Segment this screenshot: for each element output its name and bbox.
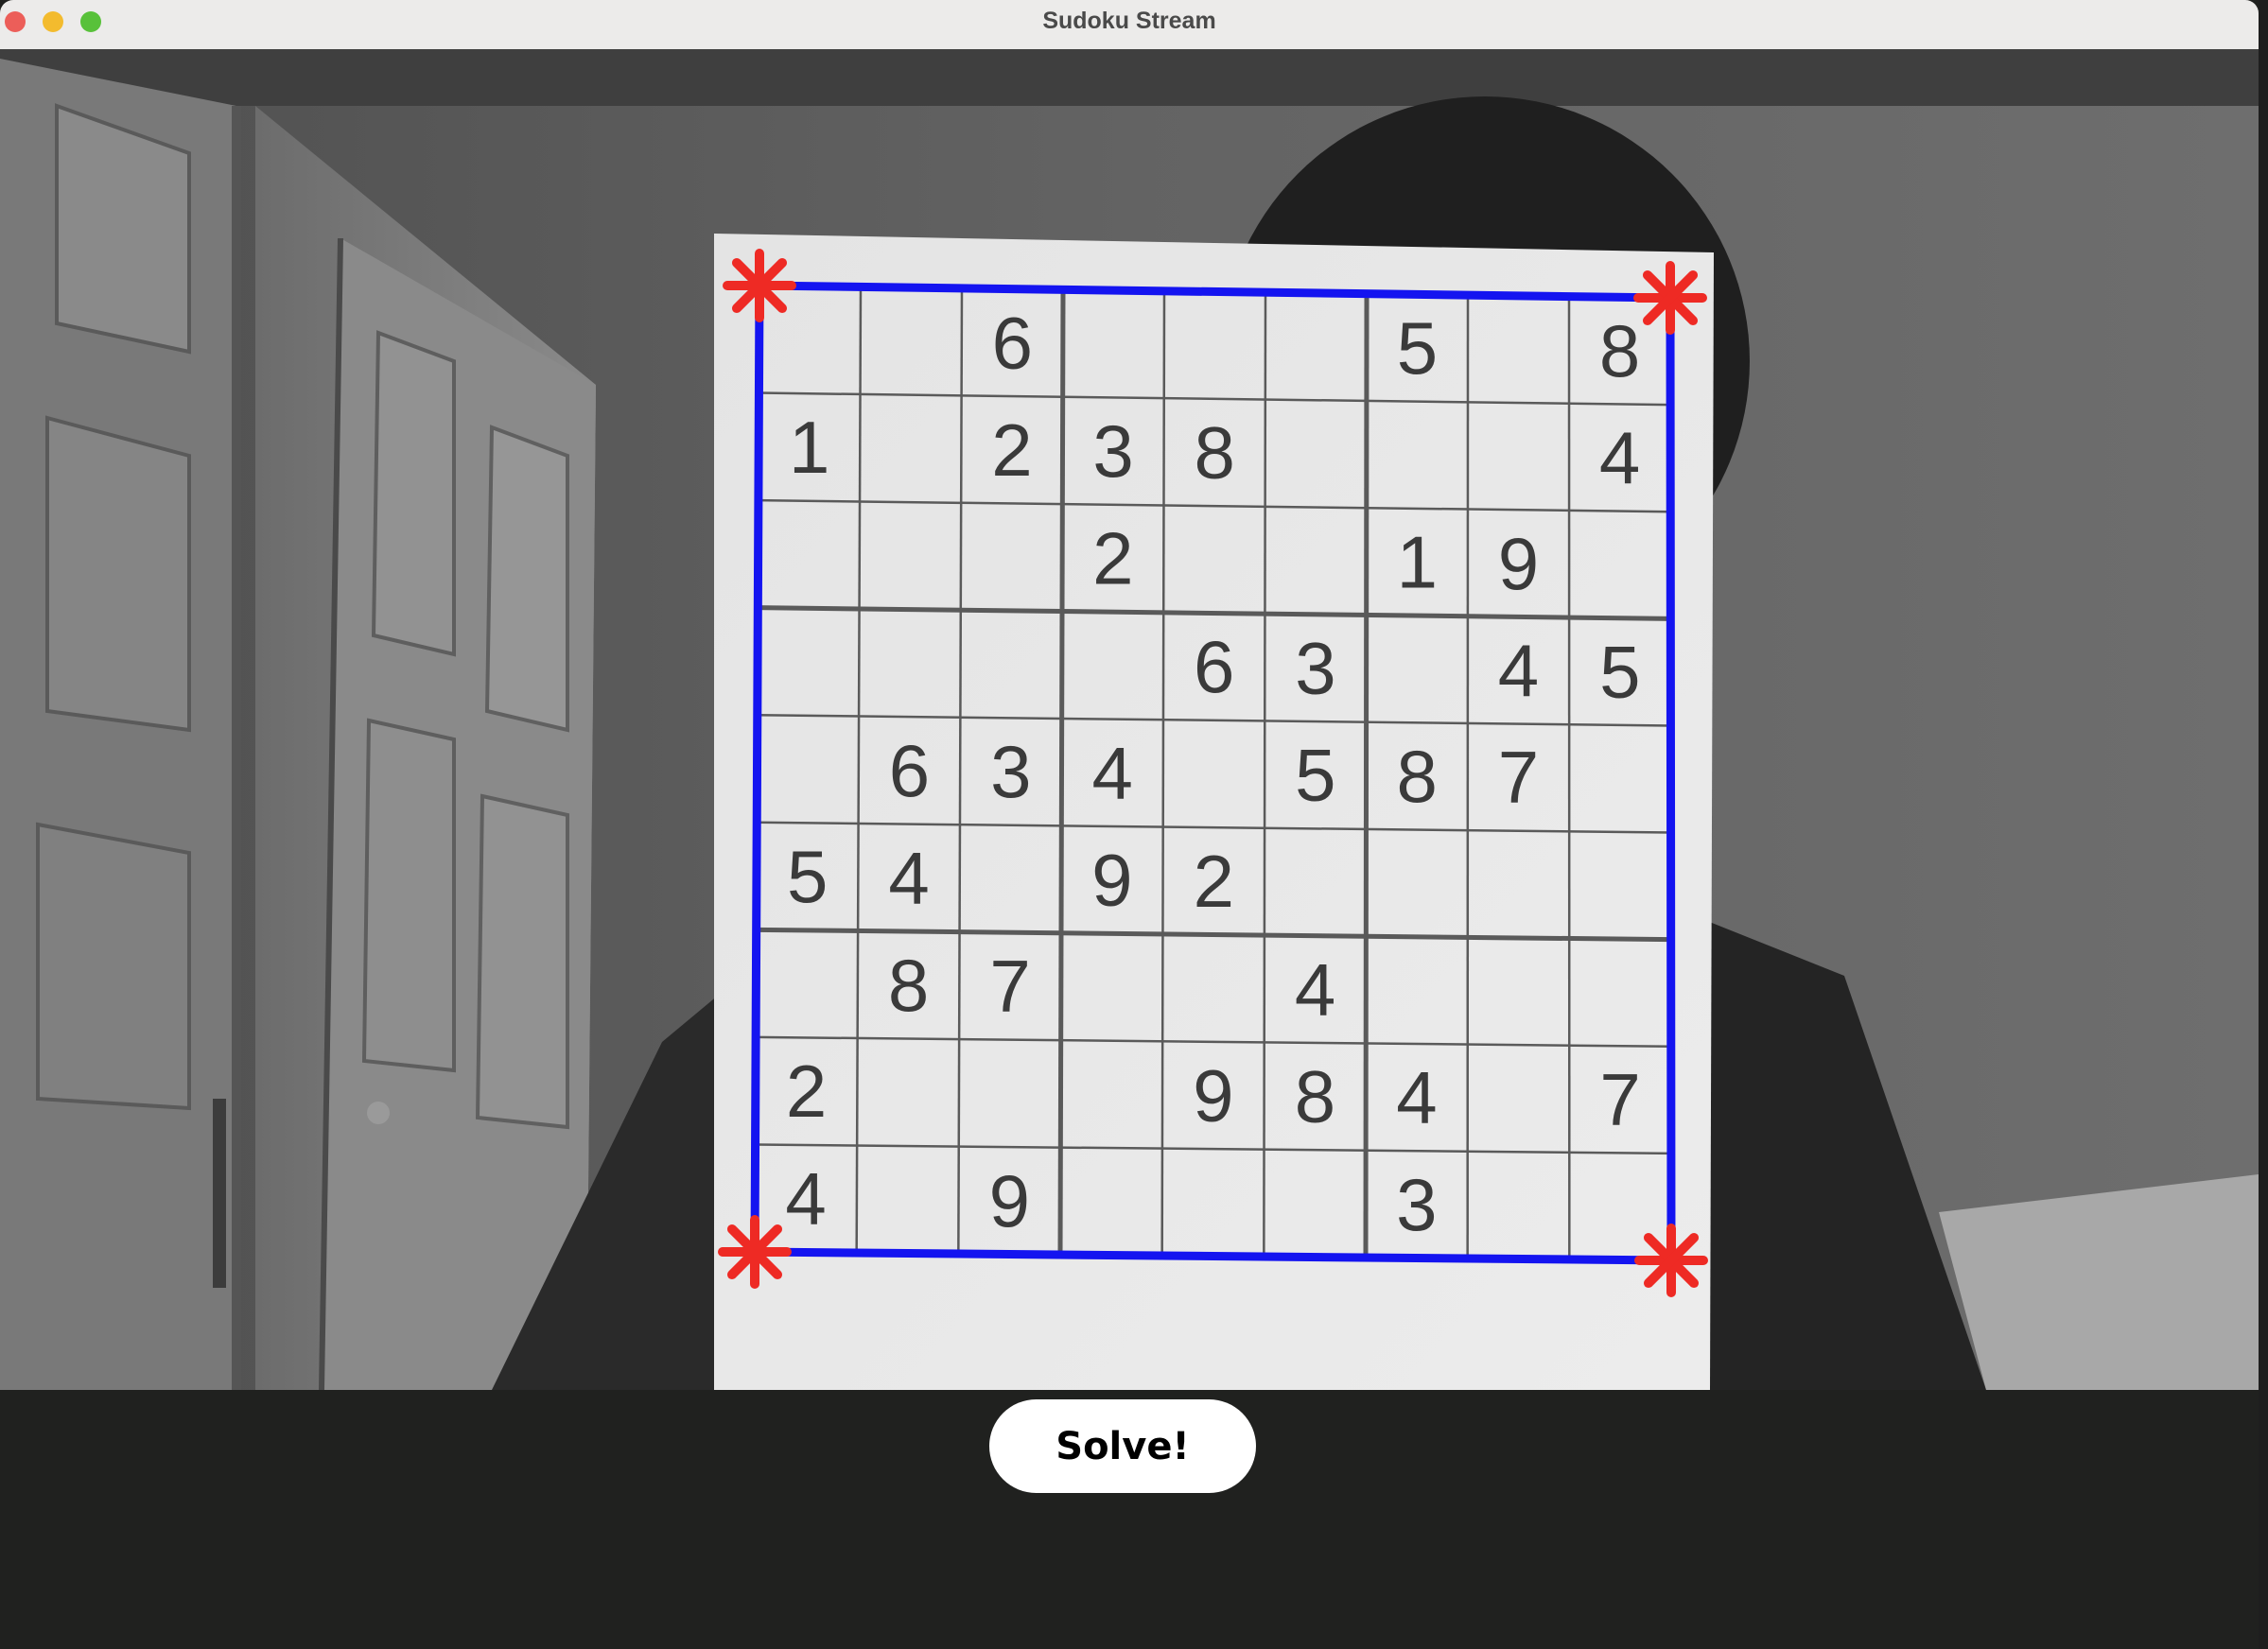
title-bar: Sudoku Stream (0, 0, 2259, 50)
sudoku-cell-digit: 8 (1295, 1055, 1335, 1138)
ceiling-shadow (0, 49, 2259, 106)
sudoku-cell-digit: 9 (1498, 522, 1539, 605)
corner-marker (1634, 1224, 1708, 1297)
sudoku-cell-digit: 5 (1397, 306, 1438, 390)
sudoku-cell-digit: 2 (1194, 840, 1234, 923)
sudoku-cell-digit: 7 (1498, 736, 1539, 819)
sudoku-cell-digit: 8 (888, 944, 929, 1027)
sudoku-cell-digit: 5 (787, 835, 828, 918)
bed-sheet (1939, 1174, 2259, 1390)
sudoku-cell-digit: 4 (888, 836, 929, 919)
sudoku-cell-digit: 3 (1092, 409, 1133, 493)
solve-button[interactable]: Solve! (989, 1399, 1256, 1493)
sudoku-cell-digit: 3 (1396, 1163, 1437, 1246)
sudoku-cell-digit: 5 (1295, 734, 1335, 817)
camera-feed: 658123842196345634587549287429847493 (0, 49, 2259, 1390)
window-title: Sudoku Stream (1042, 8, 1216, 34)
sudoku-cell-digit: 8 (1194, 411, 1234, 495)
sudoku-cell-digit: 8 (1599, 309, 1640, 392)
sudoku-cell-digit: 4 (785, 1157, 826, 1241)
sudoku-cell-digit: 9 (1193, 1054, 1233, 1137)
sudoku-cell-digit: 6 (1194, 625, 1234, 708)
grid-column-line (1363, 293, 1370, 1258)
sudoku-cell-digit: 1 (1397, 520, 1438, 603)
sudoku-paper (714, 234, 1714, 1390)
corner-marker (1633, 261, 1707, 335)
sudoku-cell-digit: 7 (1599, 1058, 1640, 1141)
sudoku-cell-digit: 2 (1092, 517, 1133, 600)
sudoku-cell-digit: 4 (1396, 1056, 1437, 1139)
sudoku-cell-digit: 5 (1599, 630, 1640, 713)
grid-column-line (1057, 289, 1066, 1256)
grid-column-line (1263, 292, 1267, 1258)
sudoku-cell-digit: 4 (1498, 629, 1539, 712)
sudoku-cell-digit: 4 (1599, 416, 1640, 499)
sudoku-cell-digit: 2 (786, 1050, 827, 1133)
sudoku-cell-digit: 8 (1396, 735, 1437, 818)
sudoku-cell-digit: 6 (889, 729, 930, 812)
sudoku-cell-digit: 1 (789, 406, 829, 489)
sudoku-cell-digit: 4 (1295, 947, 1335, 1031)
sudoku-cell-digit: 7 (989, 945, 1030, 1028)
sudoku-cell-digit: 9 (989, 1159, 1030, 1242)
corner-marker (723, 249, 796, 322)
sudoku-cell-digit: 3 (990, 730, 1031, 813)
sudoku-cell-digit: 9 (1091, 839, 1132, 922)
sudoku-cell-digit: 4 (1091, 731, 1132, 814)
sudoku-cell-digit: 3 (1295, 626, 1335, 709)
app-window: Sudoku Stream 6 5 8 1 2 3 8 4 2 1 9 6 3 … (0, 0, 2259, 1649)
camera-frame: 6 5 81 2 3 8 42 1 96 3 4 56 3 4 5 8 75 4 9 28 7 42 9 8 4 74 9 3 (0, 49, 2259, 1390)
sudoku-cell-digit: 6 (992, 301, 1033, 384)
sudoku-cell-digit: 2 (991, 408, 1032, 492)
adjacent-window-edge (2259, 0, 2268, 1649)
corner-marker (718, 1215, 792, 1289)
